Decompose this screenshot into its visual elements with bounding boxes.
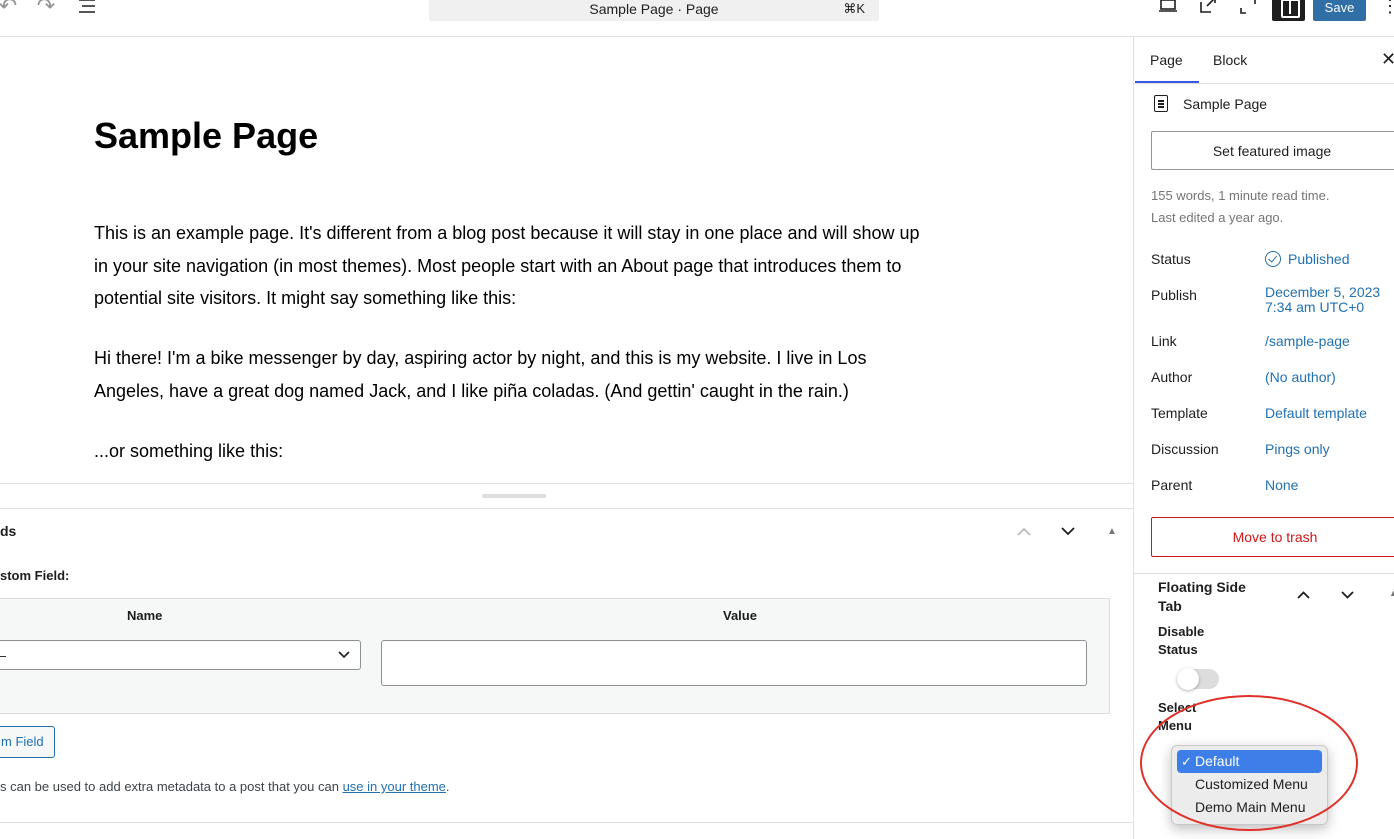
- select-menu-dropdown[interactable]: ✓ Default Customized Menu Demo Main Menu: [1171, 745, 1328, 825]
- page-icon: [1154, 95, 1168, 112]
- link-value[interactable]: /sample-page: [1265, 333, 1350, 349]
- option-label: Demo Main Menu: [1195, 799, 1306, 815]
- move-down-icon[interactable]: [1054, 519, 1082, 543]
- command-title: Sample Page · Page: [589, 1, 719, 17]
- move-up-icon[interactable]: [1010, 519, 1038, 543]
- view-page-external-icon[interactable]: [1194, 0, 1222, 20]
- command-shortcut: ⌘K: [843, 1, 865, 16]
- set-featured-image-button[interactable]: Set featured image: [1151, 131, 1394, 170]
- undo-icon[interactable]: ↶: [0, 0, 22, 20]
- name-column-header: Name: [127, 608, 163, 623]
- document-overview-icon[interactable]: [73, 0, 101, 20]
- author-value[interactable]: (No author): [1265, 369, 1336, 385]
- sidebar-tabs: Page Block ✕: [1134, 37, 1394, 84]
- publish-date: December 5, 2023: [1265, 284, 1381, 300]
- close-icon[interactable]: ✕: [1381, 49, 1394, 70]
- divider: [1134, 573, 1394, 574]
- paragraph-block[interactable]: ...or something like this:: [94, 435, 934, 468]
- disable-status-label: Disable Status: [1158, 624, 1205, 657]
- use-in-theme-link[interactable]: use in your theme: [343, 779, 446, 794]
- discussion-value[interactable]: Pings only: [1265, 441, 1330, 457]
- template-label: Template: [1151, 405, 1208, 421]
- status-value[interactable]: Published: [1288, 251, 1350, 267]
- settings-sidebar: Page Block ✕ Sample Page ⋮ Set featured …: [1133, 37, 1394, 839]
- meta-box-title: ds: [0, 523, 17, 539]
- publish-label: Publish: [1151, 287, 1197, 303]
- document-summary: Sample Page ⋮: [1154, 95, 1394, 117]
- author-label: Author: [1151, 369, 1193, 385]
- collapse-toggle-icon[interactable]: ▲: [1389, 588, 1394, 598]
- option-label: Default: [1195, 753, 1240, 769]
- custom-field-table: Name Value —: [0, 598, 1110, 714]
- help-text: s can be used to add extra metadata to a…: [0, 779, 343, 794]
- document-title: Sample Page: [1183, 96, 1268, 112]
- options-kebab-icon[interactable]: ⋮: [1376, 0, 1394, 20]
- select-menu-label: Select Menu: [1158, 700, 1197, 733]
- custom-field-name-select[interactable]: —: [0, 640, 361, 670]
- move-to-trash-button[interactable]: Move to trash: [1151, 517, 1394, 557]
- value-column-header: Value: [723, 608, 757, 623]
- settings-sidebar-toggle[interactable]: [1272, 0, 1305, 21]
- collapse-toggle-icon[interactable]: ▲: [1098, 519, 1126, 543]
- status-label: Status: [1151, 251, 1191, 267]
- divider: [0, 822, 1133, 823]
- move-up-icon[interactable]: [1297, 586, 1310, 602]
- preview-device-icon[interactable]: [1154, 0, 1182, 20]
- publish-time: 7:34 am UTC+0: [1265, 299, 1365, 315]
- tab-page[interactable]: Page: [1135, 52, 1199, 83]
- tab-block[interactable]: Block: [1213, 52, 1247, 68]
- paragraph-block[interactable]: This is an example page. It's different …: [94, 217, 934, 315]
- dropdown-option-default[interactable]: ✓ Default: [1177, 750, 1322, 773]
- meta-box-resize-bar[interactable]: [0, 483, 1133, 509]
- floating-side-tab-title: Floating Side Tab: [1158, 579, 1246, 614]
- redo-icon[interactable]: ↷: [32, 0, 60, 20]
- custom-fields-help-text: s can be used to add extra metadata to a…: [0, 779, 450, 794]
- published-status-icon: [1265, 251, 1281, 267]
- page-title[interactable]: Sample Page: [94, 115, 318, 157]
- chevron-down-icon: [338, 641, 350, 669]
- table-header: Name Value: [0, 599, 1109, 631]
- help-text-end: .: [445, 779, 450, 794]
- publish-date-button[interactable]: December 5, 2023 7:34 am UTC+0: [1265, 285, 1380, 315]
- last-edited: Last edited a year ago.: [1151, 210, 1284, 225]
- paragraph-block[interactable]: Hi there! I'm a bike messenger by day, a…: [94, 342, 934, 407]
- parent-label: Parent: [1151, 477, 1193, 493]
- command-palette-button[interactable]: Sample Page · Page ⌘K: [429, 0, 879, 21]
- link-label: Link: [1151, 333, 1177, 349]
- add-custom-field-button[interactable]: m Field: [0, 726, 55, 758]
- dropdown-option-demo-main-menu[interactable]: Demo Main Menu: [1177, 796, 1322, 819]
- disable-status-toggle[interactable]: [1177, 668, 1219, 690]
- checkmark-icon: ✓: [1181, 754, 1192, 769]
- custom-field-value-input[interactable]: [381, 640, 1087, 686]
- custom-fields-meta-box: ds ▲ stom Field: Name Value — m Field s …: [0, 509, 1133, 839]
- dropdown-option-customized-menu[interactable]: Customized Menu: [1177, 773, 1322, 796]
- fullscreen-icon[interactable]: [1234, 0, 1262, 20]
- editor-canvas[interactable]: Sample Page This is an example page. It'…: [0, 37, 1133, 483]
- move-down-icon[interactable]: [1341, 586, 1354, 602]
- add-custom-field-label: stom Field:: [0, 568, 70, 583]
- save-button[interactable]: Save: [1313, 0, 1366, 21]
- resize-handle[interactable]: [482, 494, 546, 498]
- template-value[interactable]: Default template: [1265, 405, 1367, 421]
- discussion-label: Discussion: [1151, 441, 1219, 457]
- select-value: —: [0, 647, 6, 663]
- parent-value[interactable]: None: [1265, 477, 1298, 493]
- word-count: 155 words, 1 minute read time.: [1151, 188, 1330, 203]
- option-label: Customized Menu: [1195, 776, 1308, 792]
- editor-toolbar: ↶ ↷ Sample Page · Page ⌘K Save ⋮: [0, 0, 1394, 37]
